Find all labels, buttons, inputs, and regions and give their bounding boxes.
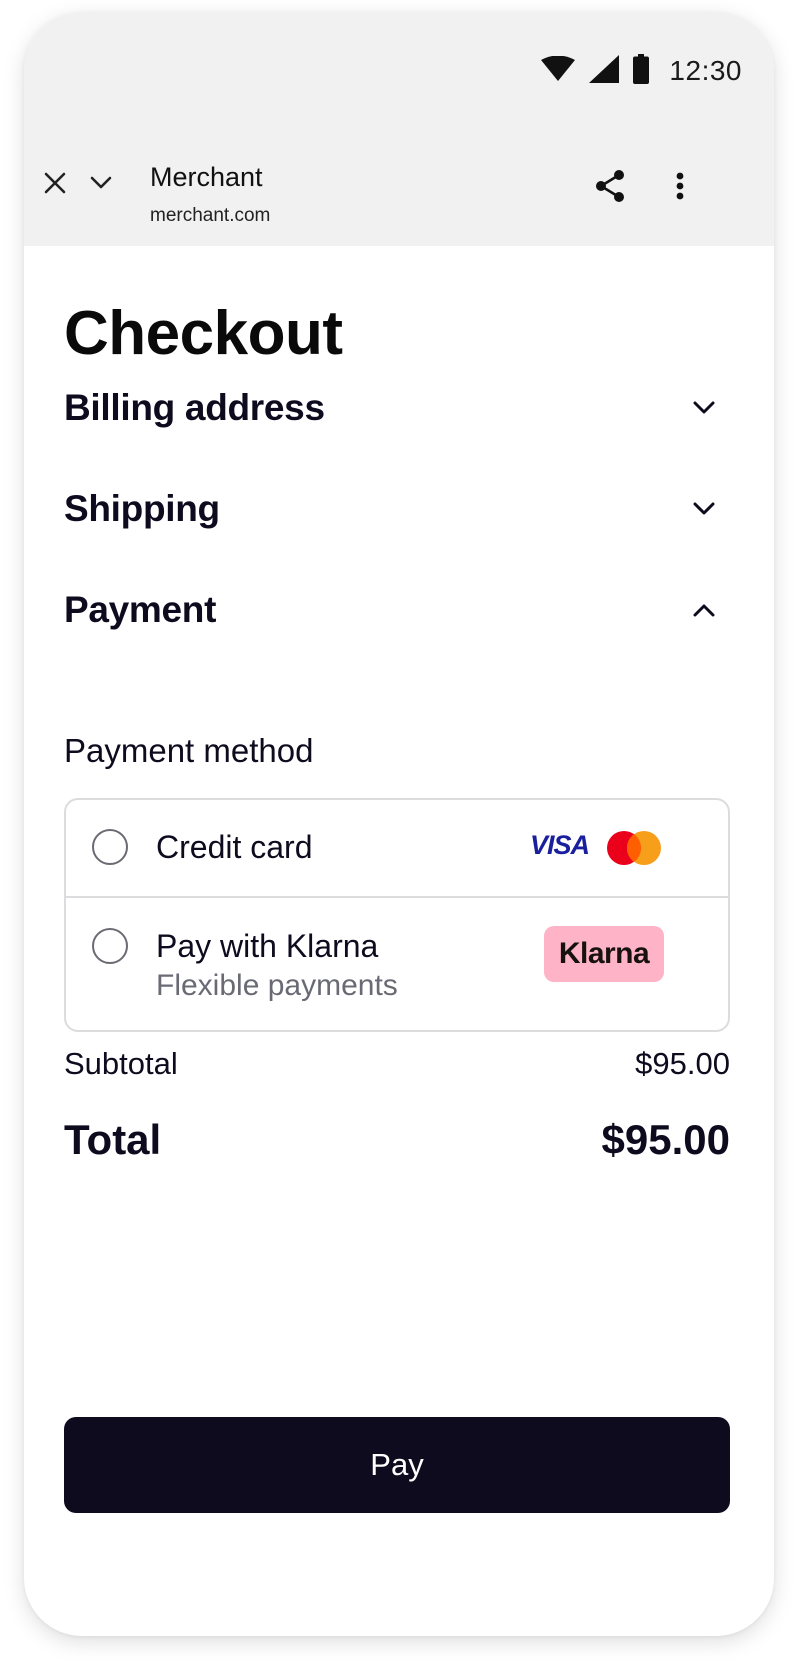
payment-method-options: Credit card VISA Pay with Klarna Flexibl…: [64, 798, 730, 1032]
chevron-down-icon: [690, 394, 718, 422]
klarna-logo: Klarna: [544, 926, 664, 982]
payment-heading: Payment: [64, 589, 217, 630]
phone-frame: 12:30 Merchant merchant.com Checkout Bil…: [24, 12, 774, 1636]
shipping-heading: Shipping: [64, 488, 220, 529]
status-time: 12:30: [669, 55, 742, 86]
chevron-down-icon: [690, 495, 718, 523]
status-icons: 12:30: [541, 46, 742, 96]
pay-button[interactable]: Pay: [64, 1417, 730, 1513]
toolbar-url: merchant.com: [150, 205, 271, 226]
mastercard-logo: [606, 830, 664, 866]
klarna-sublabel: Flexible payments: [156, 969, 398, 1002]
share-icon[interactable]: [590, 166, 630, 206]
subtotal-value: $95.00: [635, 1046, 730, 1081]
close-icon[interactable]: [38, 166, 72, 200]
battery-icon: [633, 53, 650, 89]
total-label: Total: [64, 1116, 162, 1163]
visa-logo: VISA: [530, 830, 590, 860]
klarna-radio[interactable]: [92, 928, 128, 964]
more-vert-icon[interactable]: [662, 166, 698, 206]
credit-card-radio[interactable]: [92, 829, 128, 865]
total-row: Total $95.00: [64, 1116, 730, 1164]
payment-section[interactable]: Payment: [64, 580, 718, 640]
status-bar: 12:30: [24, 12, 774, 122]
credit-card-label: Credit card: [156, 829, 313, 865]
billing-address-section[interactable]: Billing address: [64, 378, 718, 438]
total-value: $95.00: [601, 1116, 730, 1163]
browser-toolbar: Merchant merchant.com: [24, 122, 774, 246]
wifi-icon: [541, 55, 576, 87]
page-title: Checkout: [64, 299, 343, 368]
shipping-section[interactable]: Shipping: [64, 479, 718, 539]
klarna-option[interactable]: Pay with Klarna Flexible payments Klarna: [66, 896, 728, 1030]
chevron-up-icon: [690, 596, 718, 624]
toolbar-title: Merchant: [150, 162, 263, 192]
subtotal-label: Subtotal: [64, 1046, 178, 1081]
credit-card-option[interactable]: Credit card VISA: [66, 800, 728, 898]
subtotal-row: Subtotal $95.00: [64, 1046, 730, 1082]
klarna-label: Pay with Klarna: [156, 928, 379, 964]
cellular-signal-icon: [589, 54, 620, 88]
chevron-down-icon[interactable]: [84, 166, 118, 200]
payment-method-label: Payment method: [64, 732, 314, 769]
billing-address-heading: Billing address: [64, 387, 325, 428]
